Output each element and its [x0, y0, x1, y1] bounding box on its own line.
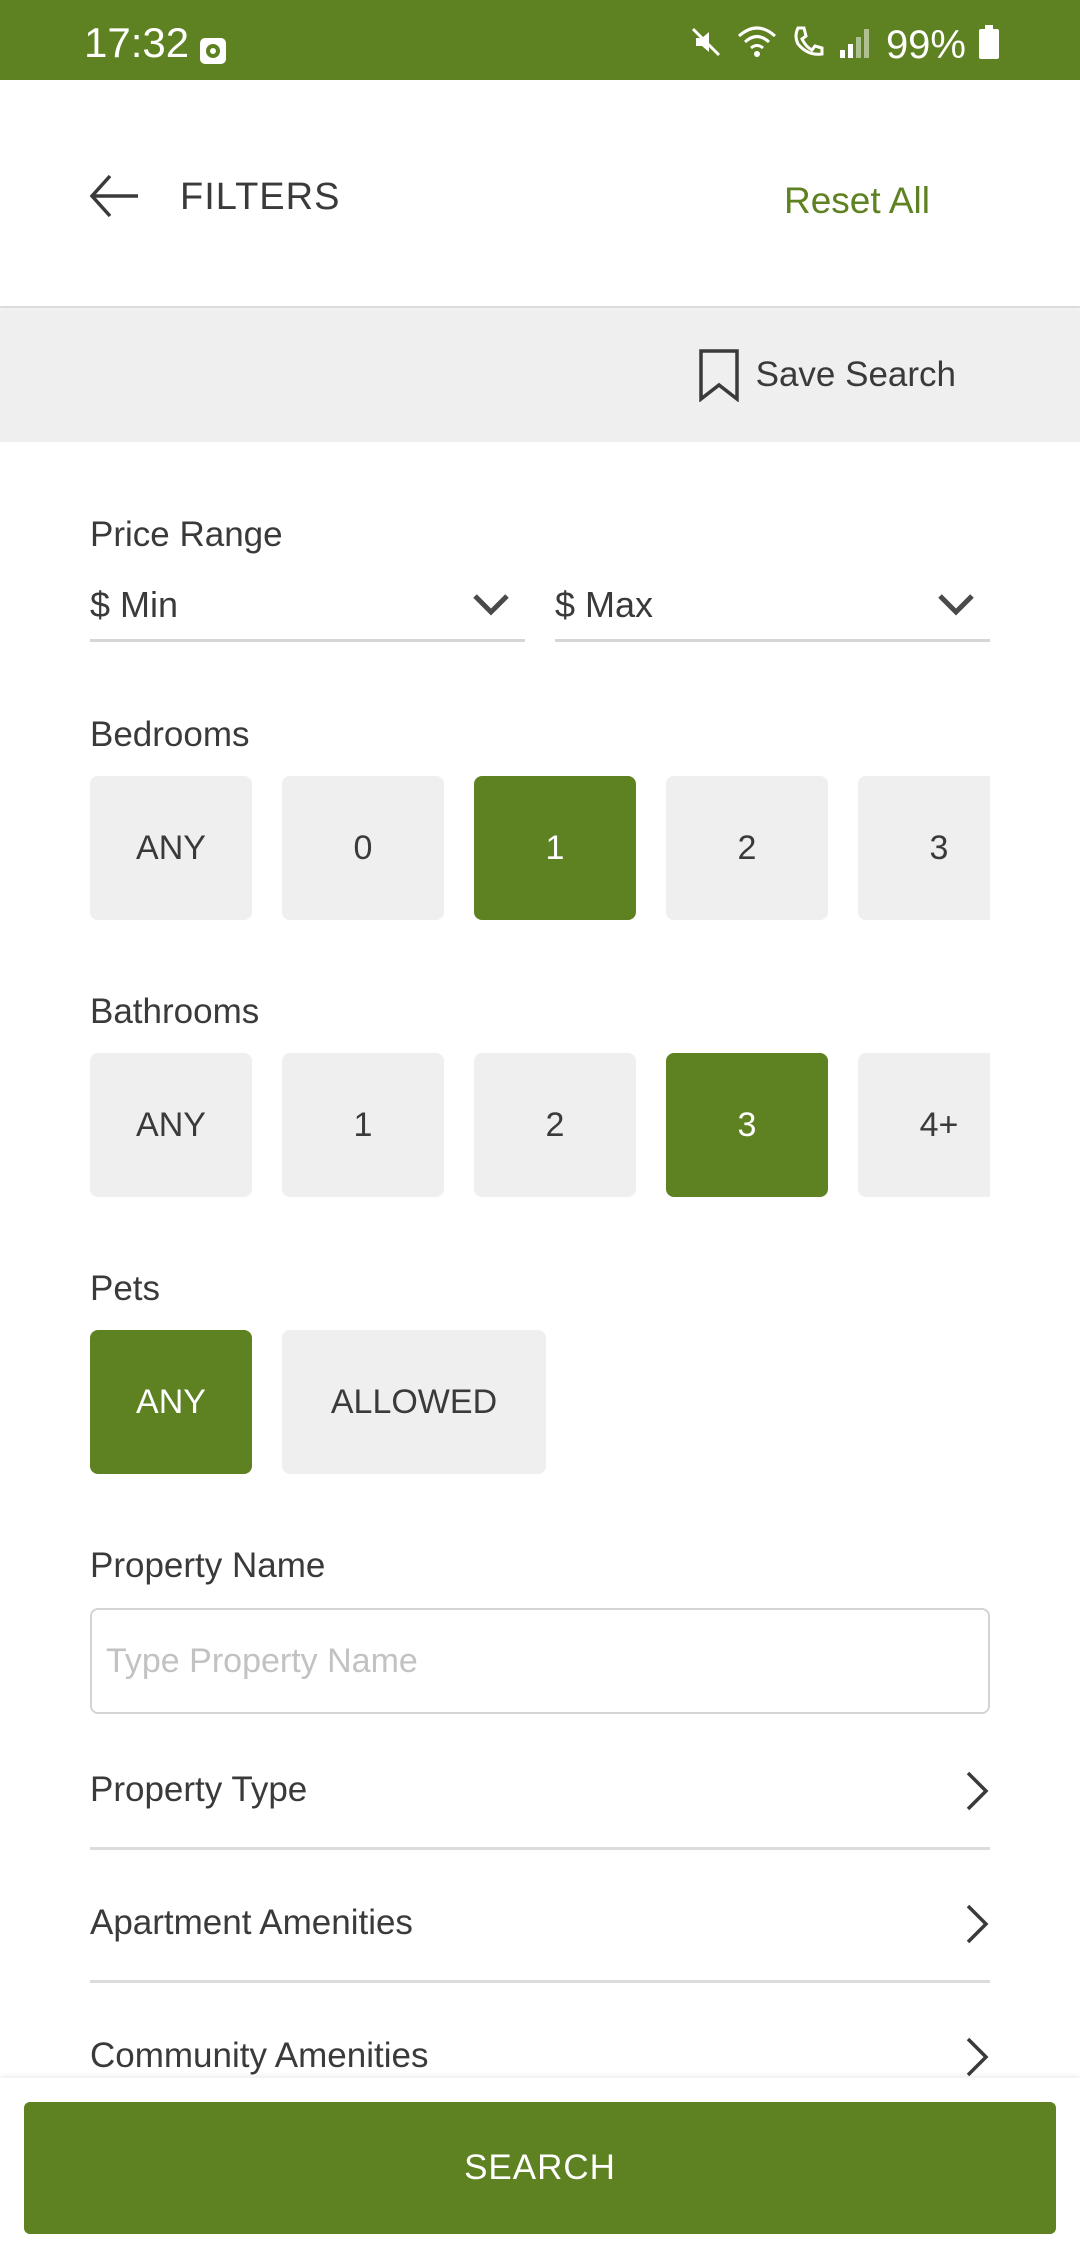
wifi-icon: [736, 24, 778, 65]
chevron-down-icon: [473, 593, 509, 616]
save-search-label: Save Search: [755, 355, 956, 394]
chevron-down-icon: [938, 593, 974, 616]
price-min-select[interactable]: $ Min: [90, 570, 525, 642]
bedrooms-option-2[interactable]: 2: [666, 776, 828, 920]
bookmark-icon: [698, 349, 739, 402]
community-amenities-label: Community Amenities: [90, 2036, 429, 2075]
mute-icon: [688, 24, 724, 65]
bedrooms-label: Bedrooms: [90, 715, 250, 754]
bedrooms-options: ANY 0 1 2 3: [90, 776, 990, 920]
bathrooms-option-any[interactable]: ANY: [90, 1053, 252, 1197]
chevron-right-icon: [966, 1771, 989, 1811]
pets-option-any[interactable]: ANY: [90, 1330, 252, 1474]
bathrooms-option-4-plus[interactable]: 4+: [858, 1053, 990, 1197]
pets-option-allowed[interactable]: ALLOWED: [282, 1330, 546, 1474]
page-title: FILTERS: [180, 176, 341, 218]
property-name-label: Property Name: [90, 1546, 326, 1585]
pets-label: Pets: [90, 1269, 161, 1308]
save-search-button[interactable]: Save Search: [698, 348, 956, 402]
property-name-input[interactable]: [90, 1608, 990, 1714]
app-header: FILTERS Reset All: [0, 80, 1080, 308]
bedrooms-option-any[interactable]: ANY: [90, 776, 252, 920]
price-range-label: Price Range: [90, 515, 283, 554]
apartment-amenities-row[interactable]: Apartment Amenities: [90, 1863, 990, 1983]
property-type-label: Property Type: [90, 1770, 308, 1809]
apartment-amenities-label: Apartment Amenities: [90, 1903, 413, 1942]
status-icons: 99%: [688, 24, 1000, 65]
bathrooms-options: ANY 1 2 3 4+: [90, 1053, 990, 1197]
battery-icon: [978, 25, 1000, 64]
price-max-value: $ Max: [555, 583, 654, 625]
price-max-select[interactable]: $ Max: [555, 570, 990, 642]
status-time: 17:32: [84, 19, 190, 66]
bathrooms-option-3[interactable]: 3: [666, 1053, 828, 1197]
chevron-right-icon: [966, 2037, 989, 2077]
bathrooms-option-2[interactable]: 2: [474, 1053, 636, 1197]
bathrooms-label: Bathrooms: [90, 992, 260, 1031]
back-button[interactable]: [86, 166, 146, 226]
bedrooms-option-1[interactable]: 1: [474, 776, 636, 920]
save-search-bar: Save Search: [0, 310, 1080, 442]
status-bar: 17:32 99%: [0, 0, 1080, 80]
signal-icon: [838, 24, 874, 65]
arrow-left-icon: [89, 174, 138, 218]
pets-options: ANY ALLOWED: [90, 1330, 990, 1474]
bedrooms-option-0[interactable]: 0: [282, 776, 444, 920]
price-min-value: $ Min: [90, 583, 179, 625]
bottom-action-bar: SEARCH: [0, 2078, 1080, 2248]
chevron-right-icon: [966, 1904, 989, 1944]
volte-call-icon: [790, 24, 826, 65]
notification-icon: [198, 36, 228, 71]
bedrooms-option-3[interactable]: 3: [858, 776, 990, 920]
bathrooms-option-1[interactable]: 1: [282, 1053, 444, 1197]
search-button[interactable]: SEARCH: [24, 2102, 1056, 2234]
property-type-row[interactable]: Property Type: [90, 1730, 990, 1850]
battery-percent: 99%: [885, 22, 966, 67]
reset-all-button[interactable]: Reset All: [784, 180, 930, 222]
